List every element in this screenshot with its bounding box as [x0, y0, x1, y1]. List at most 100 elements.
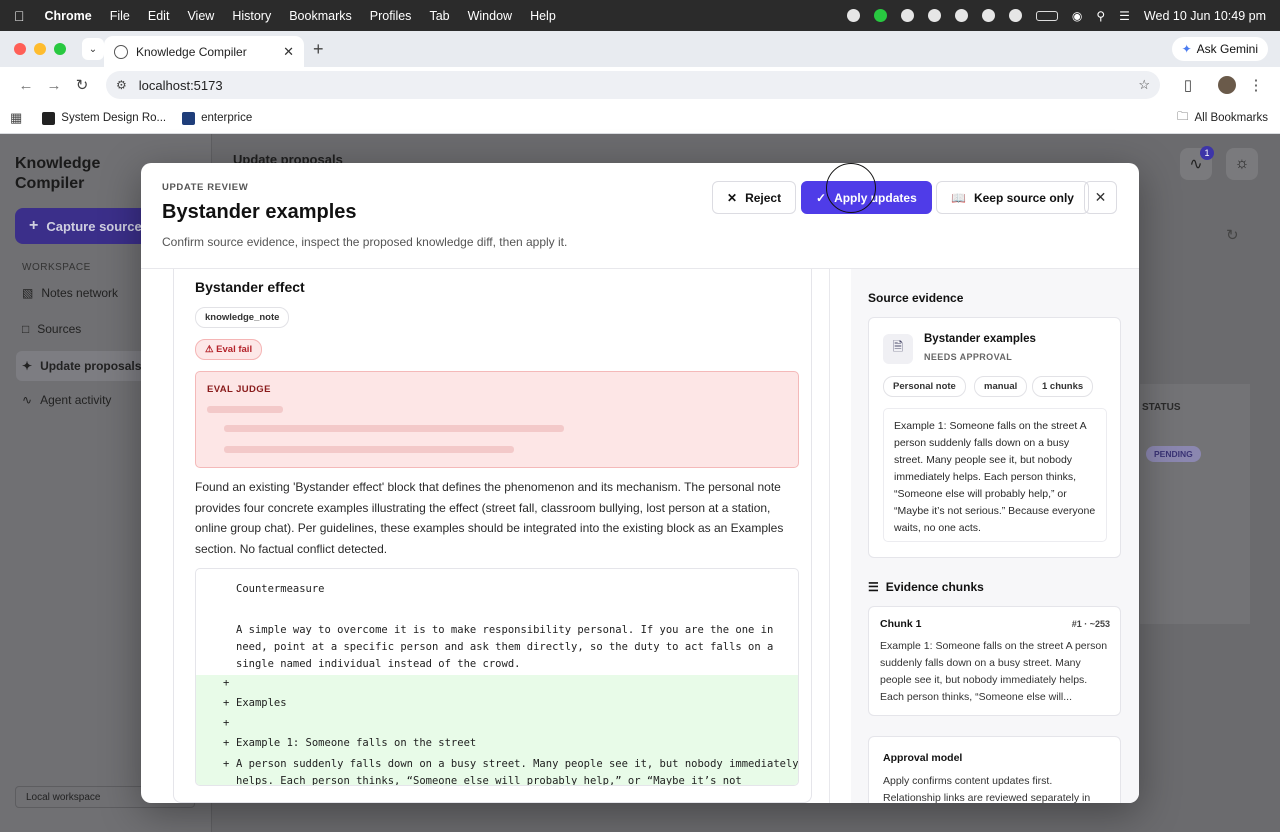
document-icon: 🗎 — [883, 334, 913, 364]
macos-menubar:  Chrome File Edit View History Bookmark… — [0, 0, 1280, 31]
weather-icon[interactable] — [954, 9, 968, 22]
diff-line-added: + Examples — [196, 695, 798, 717]
zoom-window-button[interactable] — [54, 43, 66, 55]
control-center-icon[interactable]: ☰ — [1119, 9, 1130, 23]
sidebar-item-label: Sources — [37, 322, 82, 336]
apps-grid-icon[interactable]: ▦ — [10, 110, 22, 126]
menu-profiles[interactable]: Profiles — [370, 9, 412, 23]
diff-text: Examples — [236, 697, 287, 709]
wifi-icon[interactable]: ◉ — [1072, 9, 1082, 23]
source-title: Bystander examples — [924, 333, 1036, 345]
reload-icon[interactable]: ↻ — [68, 76, 96, 94]
status-column-header: STATUS — [1142, 402, 1181, 413]
diff-sign: + — [223, 717, 230, 729]
sidebar-item-notes-network[interactable]: ▧ Notes network — [22, 286, 118, 300]
source-text: Example 1: Someone falls on the street A… — [883, 408, 1107, 542]
close-icon: ✕ — [1094, 189, 1107, 205]
close-window-button[interactable] — [14, 43, 26, 55]
input-method-icon[interactable] — [981, 9, 995, 22]
ask-gemini-button[interactable]: ✦ Ask Gemini — [1171, 37, 1268, 61]
chunk-text: Example 1: Someone falls on the street A… — [880, 640, 1108, 703]
line-icon[interactable] — [873, 9, 887, 22]
diff-line: A simple way to overcome it is to make r… — [196, 622, 798, 639]
knowledge-block-card: Bystander effect knowledge_note ⚠ Eval f… — [173, 269, 812, 803]
approval-model-card: Approval model Apply confirms content up… — [868, 736, 1121, 803]
bookmark-system-design[interactable]: System Design Ro... — [42, 111, 167, 125]
app-tray-icon[interactable] — [900, 9, 914, 22]
diff-text: Countermeasure — [236, 583, 325, 595]
folder-icon: 🗀 — [1177, 110, 1189, 123]
menu-help[interactable]: Help — [530, 9, 556, 23]
menu-tab[interactable]: Tab — [429, 9, 449, 23]
obscured-text — [207, 406, 283, 413]
chunk-meta: #1 · ~253 — [1071, 619, 1110, 629]
bookmark-favicon-icon — [42, 111, 56, 125]
sidebar-item-label: Update proposals — [40, 359, 142, 373]
block-type-chip: knowledge_note — [195, 307, 290, 328]
spotlight-icon[interactable]: ⚲ — [1096, 9, 1105, 23]
gemini-sparkle-icon: ✦ — [1181, 42, 1192, 56]
minimize-window-button[interactable] — [34, 43, 46, 55]
diff-line: Countermeasure — [196, 581, 798, 598]
menu-bookmarks[interactable]: Bookmarks — [289, 9, 352, 23]
proposal-scroll-pane[interactable]: Bystander effect knowledge_note ⚠ Eval f… — [162, 269, 830, 803]
record-icon[interactable] — [846, 9, 860, 22]
evidence-chunks-label: Evidence chunks — [885, 580, 984, 594]
menu-view[interactable]: View — [187, 9, 214, 23]
diff-text: single named individual instead of the c… — [236, 658, 521, 670]
play-icon[interactable] — [1008, 9, 1022, 22]
bookmark-enterprice[interactable]: enterprice — [182, 111, 252, 125]
eval-status-label: Eval fail — [216, 344, 253, 355]
extensions-icon[interactable]: ▯ — [1174, 76, 1202, 94]
url-text[interactable]: localhost:5173 — [139, 78, 223, 93]
tab-title: Knowledge Compiler — [136, 44, 247, 59]
refresh-icon[interactable]: ↻ — [1226, 226, 1239, 244]
modal-header: UPDATE REVIEW Bystander examples Confirm… — [141, 163, 1139, 269]
apple-icon[interactable]:  — [14, 8, 25, 24]
diff-line-added: + Example 1: Someone falls on the street — [196, 735, 798, 757]
approval-title: Approval model — [883, 752, 963, 764]
eval-judge-heading: EVAL JUDGE — [207, 384, 271, 395]
sidebar-item-agent-activity[interactable]: ∿ Agent activity — [22, 393, 111, 407]
browser-tab[interactable]: Knowledge Compiler ✕ — [104, 36, 304, 67]
battery-icon[interactable] — [1035, 10, 1058, 21]
menu-app-name[interactable]: Chrome — [45, 9, 92, 23]
bookmark-star-icon[interactable]: ☆ — [1138, 77, 1150, 93]
evidence-panel[interactable]: Source evidence 🗎 Bystander examples NEE… — [851, 269, 1139, 803]
keep-source-only-button[interactable]: 📖 Keep source only — [936, 181, 1089, 214]
calendar-icon[interactable] — [927, 9, 941, 22]
theme-toggle-button[interactable]: ☼ — [1226, 148, 1258, 180]
new-tab-icon[interactable]: + — [313, 39, 324, 60]
clock[interactable]: Wed 10 Jun 10:49 pm — [1144, 9, 1266, 23]
close-modal-button[interactable]: ✕ — [1084, 181, 1117, 214]
chrome-menu-icon[interactable]: ⋮ — [1242, 76, 1270, 94]
sidebar-item-sources[interactable]: □ Sources — [22, 322, 81, 336]
source-status: NEEDS APPROVAL — [924, 352, 1013, 362]
menu-edit[interactable]: Edit — [148, 9, 170, 23]
forward-icon[interactable]: → — [40, 77, 68, 94]
all-bookmarks[interactable]: 🗀 All Bookmarks — [1177, 109, 1268, 128]
source-card: 🗎 Bystander examples NEEDS APPROVAL Pers… — [868, 317, 1121, 558]
menu-history[interactable]: History — [232, 9, 271, 23]
diff-line-added: + A person suddenly falls down on a busy … — [196, 756, 798, 773]
warning-icon: ⚠ — [205, 344, 214, 355]
tab-search-chevron-icon[interactable]: ⌄ — [82, 38, 104, 60]
x-icon: ✕ — [727, 190, 738, 205]
profile-avatar[interactable] — [1218, 76, 1236, 94]
back-icon[interactable]: ← — [12, 77, 40, 94]
menu-file[interactable]: File — [110, 9, 130, 23]
reject-button[interactable]: ✕ Reject — [712, 181, 797, 214]
update-review-modal: UPDATE REVIEW Bystander examples Confirm… — [141, 163, 1139, 803]
eval-fail-badge: ⚠ Eval fail — [195, 339, 263, 360]
cursor-highlight — [826, 163, 876, 213]
workspace-section-label: WORKSPACE — [22, 262, 91, 273]
site-info-icon[interactable]: ⚙ — [116, 78, 127, 92]
ask-gemini-label: Ask Gemini — [1196, 42, 1258, 56]
obscured-text — [224, 425, 564, 432]
bookmark-label: System Design Ro... — [61, 112, 167, 124]
diff-line: need, point at a specific person and ask… — [196, 639, 798, 656]
close-tab-icon[interactable]: ✕ — [283, 44, 294, 60]
status-tray: ◉ ⚲ ☰ Wed 10 Jun 10:49 pm — [846, 9, 1266, 23]
address-bar[interactable]: ⚙ localhost:5173 ☆ — [106, 71, 1160, 99]
menu-window[interactable]: Window — [468, 9, 512, 23]
